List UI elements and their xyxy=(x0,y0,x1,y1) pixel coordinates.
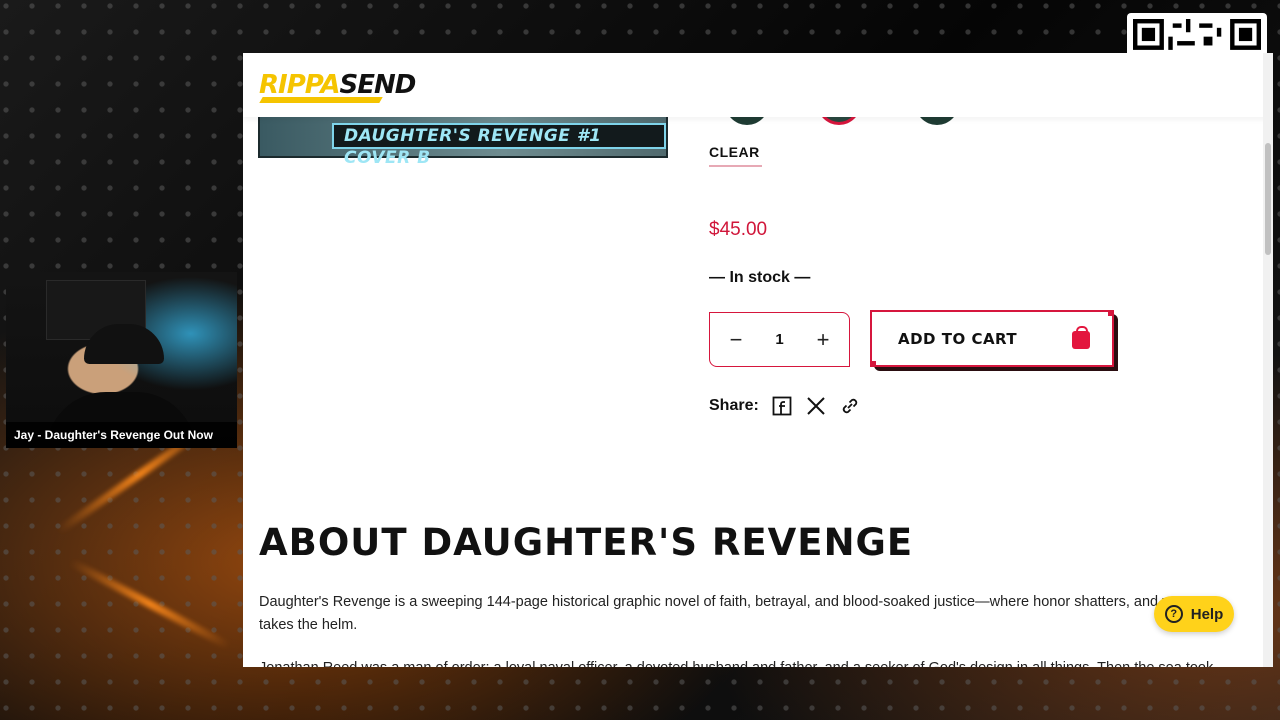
quantity-value[interactable]: 1 xyxy=(775,331,783,348)
product-cover-image[interactable]: DAUGHTER'S REVENGE #1 COVER B xyxy=(258,117,668,168)
shopping-bag-icon xyxy=(1072,326,1090,349)
help-button[interactable]: ? Help xyxy=(1154,596,1234,632)
about-paragraph: Daughter's Revenge is a sweeping 144-pag… xyxy=(259,594,1181,633)
share-bar: Share: xyxy=(709,395,861,417)
add-to-cart-button[interactable]: ADD TO CART xyxy=(870,310,1114,367)
site-header: RIPPA SEND xyxy=(243,53,1273,117)
webcam-overlay: Jay - Daughter's Revenge Out Now xyxy=(6,272,237,448)
button-corner-accent xyxy=(1108,310,1114,316)
share-label: Share: xyxy=(709,397,759,414)
button-corner-accent xyxy=(870,361,876,367)
link-icon[interactable] xyxy=(839,395,861,417)
quantity-stepper: − 1 + xyxy=(709,312,850,367)
webcam-label: Jay - Daughter's Revenge Out Now xyxy=(6,422,237,448)
question-icon: ? xyxy=(1164,605,1183,623)
help-label: Help xyxy=(1190,605,1224,623)
logo-part-2: SEND xyxy=(339,70,417,100)
page-scrollbar[interactable] xyxy=(1263,53,1273,667)
x-twitter-icon[interactable] xyxy=(805,395,827,417)
clear-selection-link[interactable]: CLEAR xyxy=(709,144,760,160)
product-price: $45.00 xyxy=(709,219,768,240)
about-heading: ABOUT DAUGHTER'S REVENGE xyxy=(259,521,914,564)
add-to-cart-label: ADD TO CART xyxy=(898,329,1018,348)
logo-part-1: RIPPA xyxy=(259,70,341,100)
clear-underline xyxy=(709,165,762,167)
minus-icon[interactable]: − xyxy=(724,327,748,353)
site-logo[interactable]: RIPPA SEND xyxy=(259,63,417,107)
stock-status: — In stock — xyxy=(709,269,811,286)
scrollbar-thumb[interactable] xyxy=(1265,143,1271,255)
cover-title: DAUGHTER'S REVENGE #1 COVER B xyxy=(332,123,666,168)
webpage: RIPPA SEND DAUGHTER'S REVENGE #1 COVER B … xyxy=(243,53,1273,667)
facebook-icon[interactable] xyxy=(771,395,793,417)
about-paragraph: Jonathan Reed was a man of order: a loya… xyxy=(259,657,1229,667)
plus-icon[interactable]: + xyxy=(811,327,835,353)
